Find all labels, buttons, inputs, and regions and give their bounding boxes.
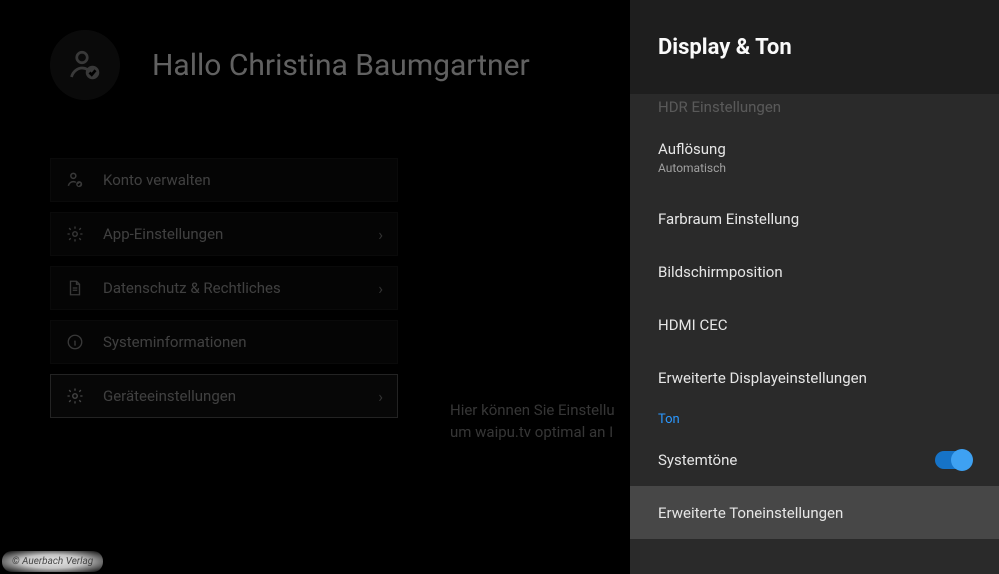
helper-line: Hier können Sie Einstellu [450, 400, 615, 422]
display-sound-panel: Display & Ton HDR Einstellungen Auflösun… [630, 0, 999, 574]
panel-item-sublabel: Automatisch [658, 161, 971, 175]
panel-item-colorspace[interactable]: Farbraum Einstellung [630, 192, 999, 245]
menu-label: Geräteeinstellungen [103, 387, 236, 405]
panel-item-label: HDR Einstellungen [658, 98, 971, 116]
gear-icon [65, 224, 85, 244]
menu-item-app-settings[interactable]: App-Einstellungen › [50, 212, 398, 256]
panel-item-label: Erweiterte Displayeinstellungen [658, 369, 971, 387]
chevron-right-icon: › [378, 225, 383, 244]
panel-item-advanced-display[interactable]: Erweiterte Displayeinstellungen [630, 351, 999, 404]
helper-line: um waipu.tv optimal an I [450, 422, 615, 444]
toggle-switch-on[interactable] [935, 451, 971, 469]
panel-item-label: Bildschirmposition [658, 263, 971, 281]
chevron-right-icon: › [378, 279, 383, 298]
profile-avatar [50, 30, 120, 100]
document-icon [65, 278, 85, 298]
helper-text: Hier können Sie Einstellu um waipu.tv op… [450, 400, 615, 444]
menu-label: App-Einstellungen [103, 225, 223, 243]
profile-header: Hallo Christina Baumgartner [50, 30, 580, 100]
panel-item-label: Auflösung [658, 140, 971, 158]
section-heading-ton: Ton [630, 404, 999, 433]
gear-icon [65, 386, 85, 406]
panel-item-resolution[interactable]: Auflösung Automatisch [630, 122, 999, 192]
greeting-text: Hallo Christina Baumgartner [152, 48, 530, 83]
panel-item-label: HDMI CEC [658, 316, 971, 334]
menu-item-konto[interactable]: Konto verwalten [50, 158, 398, 202]
user-check-icon [65, 170, 85, 190]
dimmed-main-content: Hallo Christina Baumgartner Konto verwal… [0, 0, 630, 574]
panel-body: HDR Einstellungen Auflösung Automatisch … [630, 94, 999, 574]
watermark: © Auerbach Verlag [2, 551, 103, 572]
panel-item-system-sounds[interactable]: Systemtöne [630, 433, 999, 486]
menu-label: Konto verwalten [103, 171, 211, 189]
panel-item-screen-position[interactable]: Bildschirmposition [630, 245, 999, 298]
info-icon [65, 332, 85, 352]
menu-item-device-settings[interactable]: Geräteeinstellungen › [50, 374, 398, 418]
menu-label: Systeminformationen [103, 333, 247, 351]
settings-menu: Konto verwalten App-Einstellungen › Date… [50, 158, 398, 418]
panel-item-advanced-sound[interactable]: Erweiterte Toneinstellungen [630, 486, 999, 539]
chevron-right-icon: › [378, 387, 383, 406]
panel-item-label: Farbraum Einstellung [658, 210, 971, 228]
user-check-icon [67, 47, 103, 83]
panel-title: Display & Ton [630, 0, 999, 94]
menu-item-sysinfo[interactable]: Systeminformationen [50, 320, 398, 364]
panel-item-hdr[interactable]: HDR Einstellungen [630, 94, 999, 122]
menu-item-privacy[interactable]: Datenschutz & Rechtliches › [50, 266, 398, 310]
panel-item-label: Systemtöne [658, 451, 935, 469]
panel-item-hdmi-cec[interactable]: HDMI CEC [630, 298, 999, 351]
panel-item-label: Erweiterte Toneinstellungen [658, 504, 971, 522]
menu-label: Datenschutz & Rechtliches [103, 279, 281, 297]
